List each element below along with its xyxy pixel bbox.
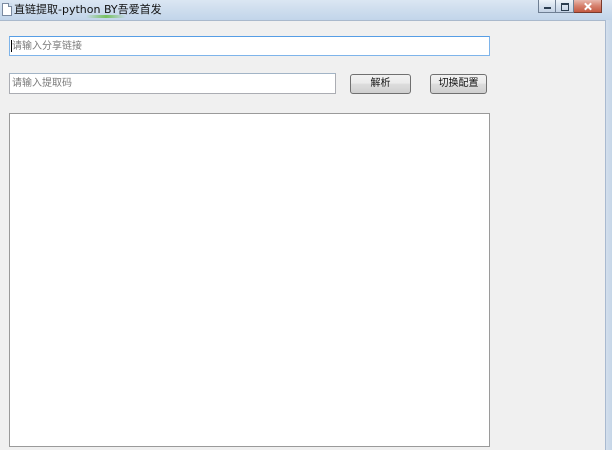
window-controls: [538, 0, 602, 14]
close-icon[interactable]: [574, 0, 602, 13]
maximize-icon[interactable]: [556, 0, 574, 13]
minimize-icon[interactable]: [538, 0, 556, 13]
title-glow: [86, 15, 126, 18]
window-border: [605, 20, 612, 450]
share-link-input[interactable]: [9, 36, 490, 56]
document-icon: [2, 3, 12, 16]
app-window: 直链提取-python BY吾爱首发 解析 切换配置: [0, 0, 612, 450]
parse-button[interactable]: 解析: [350, 74, 411, 94]
switch-config-button[interactable]: 切换配置: [430, 74, 487, 94]
title-bar[interactable]: 直链提取-python BY吾爱首发: [0, 0, 612, 21]
extract-code-input[interactable]: [9, 73, 336, 94]
text-caret: [11, 40, 12, 52]
result-output[interactable]: [9, 113, 490, 447]
